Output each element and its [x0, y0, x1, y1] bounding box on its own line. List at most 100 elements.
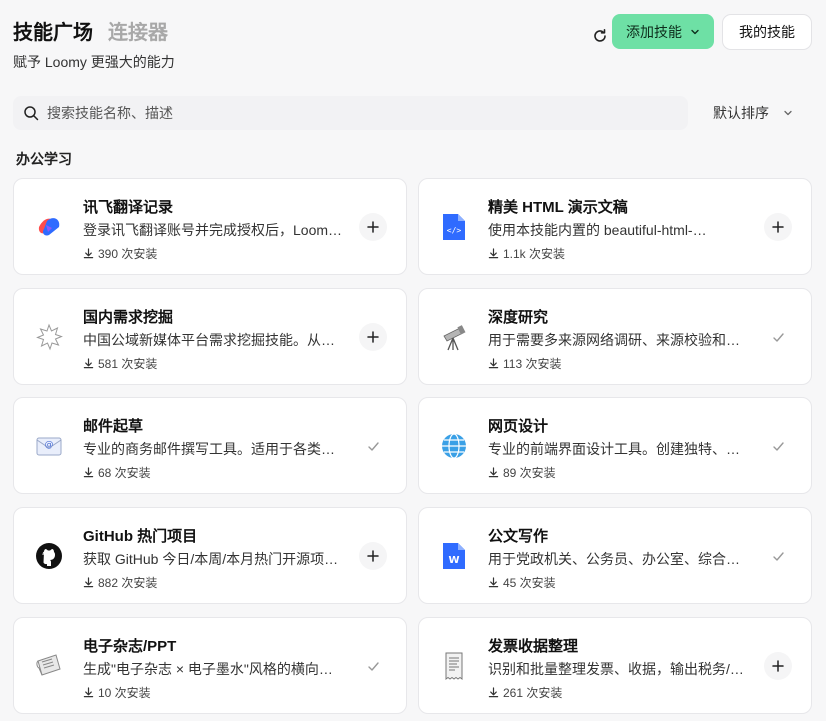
refresh-icon: [594, 29, 606, 42]
page-subtitle: 赋予 Loomy 更强大的能力: [13, 54, 175, 70]
svg-text:@: @: [45, 440, 54, 450]
download-icon: [83, 467, 94, 478]
add-skill-button[interactable]: 添加技能: [612, 14, 714, 49]
skill-name: 网页设计: [488, 418, 549, 435]
download-icon: [83, 577, 94, 588]
skill-card[interactable]: 深度研究 用于需要多来源网络调研、来源校验和… 113 次安装: [418, 288, 812, 385]
installed-indicator: [359, 652, 387, 680]
skill-desc: 中国公域新媒体平台需求挖掘技能。从…: [83, 332, 335, 348]
check-icon: [772, 441, 784, 451]
skill-name: 深度研究: [488, 309, 549, 326]
download-icon: [488, 687, 499, 698]
skill-card[interactable]: 网页设计 专业的前端界面设计工具。创建独特、… 89 次安装: [418, 397, 812, 494]
install-count: 10 次安装: [83, 684, 151, 701]
skill-card[interactable]: </> 精美 HTML 演示文稿 使用本技能内置的 beautiful-html…: [418, 178, 812, 275]
add-skill-card-button[interactable]: [764, 652, 792, 680]
add-skill-label: 添加技能: [626, 23, 682, 40]
refresh-button[interactable]: [586, 22, 614, 50]
install-count-label: 390 次安装: [98, 247, 158, 261]
tab-skill-market[interactable]: 技能广场: [13, 16, 93, 45]
globe-icon: [437, 429, 471, 463]
skill-name: GitHub 热门项目: [83, 528, 198, 545]
plus-icon: [367, 331, 379, 343]
burst-icon: [32, 320, 66, 354]
skill-desc: 生成"电子杂志 × 电子墨水"风格的横向…: [83, 661, 333, 677]
skill-card[interactable]: 国内需求挖掘 中国公域新媒体平台需求挖掘技能。从… 581 次安装: [13, 288, 407, 385]
plus-icon: [367, 550, 379, 562]
skill-name: 公文写作: [488, 528, 549, 545]
skill-desc: 用于党政机关、公务员、办公室、综合…: [488, 551, 740, 567]
search-bar[interactable]: [13, 96, 688, 130]
xunfei-icon: [32, 210, 66, 244]
installed-indicator: [764, 432, 792, 460]
install-count: 1.1k 次安装: [488, 245, 565, 262]
plus-icon: [772, 660, 784, 672]
skill-desc: 使用本技能内置的 beautiful-html-…: [488, 222, 707, 238]
skill-desc: 专业的前端界面设计工具。创建独特、…: [488, 441, 740, 457]
newspaper-icon: [32, 649, 66, 683]
plus-icon: [772, 221, 784, 233]
email-icon: @: [32, 429, 66, 463]
word-doc-icon: W: [437, 539, 471, 573]
chevron-down-icon: [784, 110, 792, 116]
skill-name: 讯飞翻译记录: [83, 199, 174, 216]
skill-card[interactable]: @ 邮件起草 专业的商务邮件撰写工具。适用于各类… 68 次安装: [13, 397, 407, 494]
skill-card[interactable]: 讯飞翻译记录 登录讯飞翻译账号并完成授权后，Loomy… 390 次安装: [13, 178, 407, 275]
sort-label: 默认排序: [713, 105, 769, 121]
download-icon: [488, 358, 499, 369]
plus-icon: [367, 221, 379, 233]
add-skill-card-button[interactable]: [359, 323, 387, 351]
search-icon: [24, 106, 39, 121]
install-count-label: 10 次安装: [98, 686, 151, 700]
skill-name: 精美 HTML 演示文稿: [488, 199, 628, 216]
skill-name: 发票收据整理: [488, 638, 579, 655]
skill-desc: 识别和批量整理发票、收据，输出税务/…: [488, 661, 744, 677]
download-icon: [83, 248, 94, 259]
install-count: 882 次安装: [83, 574, 157, 591]
download-icon: [488, 467, 499, 478]
install-count: 390 次安装: [83, 245, 157, 262]
search-input[interactable]: [47, 105, 647, 121]
check-icon: [772, 332, 784, 342]
skill-name: 国内需求挖掘: [83, 309, 174, 326]
skill-name: 电子杂志/PPT: [83, 638, 177, 655]
skill-desc: 登录讯飞翻译账号并完成授权后，Loomy…: [83, 222, 345, 238]
skill-card[interactable]: 发票收据整理 识别和批量整理发票、收据，输出税务/… 261 次安装: [418, 617, 812, 714]
add-skill-card-button[interactable]: [359, 542, 387, 570]
install-count-label: 581 次安装: [98, 357, 158, 371]
page-header: 技能广场 连接器 添加技能 我的技能: [13, 14, 812, 54]
install-count-label: 45 次安装: [503, 576, 556, 590]
add-skill-card-button[interactable]: [359, 213, 387, 241]
github-icon: [32, 539, 66, 573]
skill-card[interactable]: GitHub 热门项目 获取 GitHub 今日/本周/本月热门开源项… 882…: [13, 507, 407, 604]
check-icon: [367, 441, 379, 451]
install-count: 45 次安装: [488, 574, 556, 591]
skill-desc: 获取 GitHub 今日/本周/本月热门开源项…: [83, 551, 339, 567]
sort-dropdown[interactable]: 默认排序: [701, 96, 812, 130]
html-doc-icon: </>: [437, 210, 471, 244]
installed-indicator: [359, 432, 387, 460]
download-icon: [488, 577, 499, 588]
chevron-down-icon: [691, 29, 699, 34]
installed-indicator: [764, 542, 792, 570]
installed-indicator: [764, 323, 792, 351]
check-icon: [367, 661, 379, 671]
skill-desc: 专业的商务邮件撰写工具。适用于各类…: [83, 441, 335, 457]
install-count-label: 261 次安装: [503, 686, 563, 700]
skill-name: 邮件起草: [83, 418, 144, 435]
install-count-label: 882 次安装: [98, 576, 158, 590]
section-title: 办公学习: [16, 151, 72, 167]
tab-connectors[interactable]: 连接器: [108, 16, 168, 45]
my-skills-button[interactable]: 我的技能: [722, 14, 812, 50]
add-skill-card-button[interactable]: [764, 213, 792, 241]
download-icon: [83, 687, 94, 698]
skill-card[interactable]: 电子杂志/PPT 生成"电子杂志 × 电子墨水"风格的横向… 10 次安装: [13, 617, 407, 714]
download-icon: [83, 358, 94, 369]
install-count: 261 次安装: [488, 684, 562, 701]
skill-card[interactable]: W 公文写作 用于党政机关、公务员、办公室、综合… 45 次安装: [418, 507, 812, 604]
svg-text:</>: </>: [447, 226, 462, 235]
install-count: 68 次安装: [83, 464, 151, 481]
install-count-label: 1.1k 次安装: [503, 247, 566, 261]
install-count-label: 113 次安装: [503, 357, 562, 371]
receipt-icon: [437, 649, 471, 683]
